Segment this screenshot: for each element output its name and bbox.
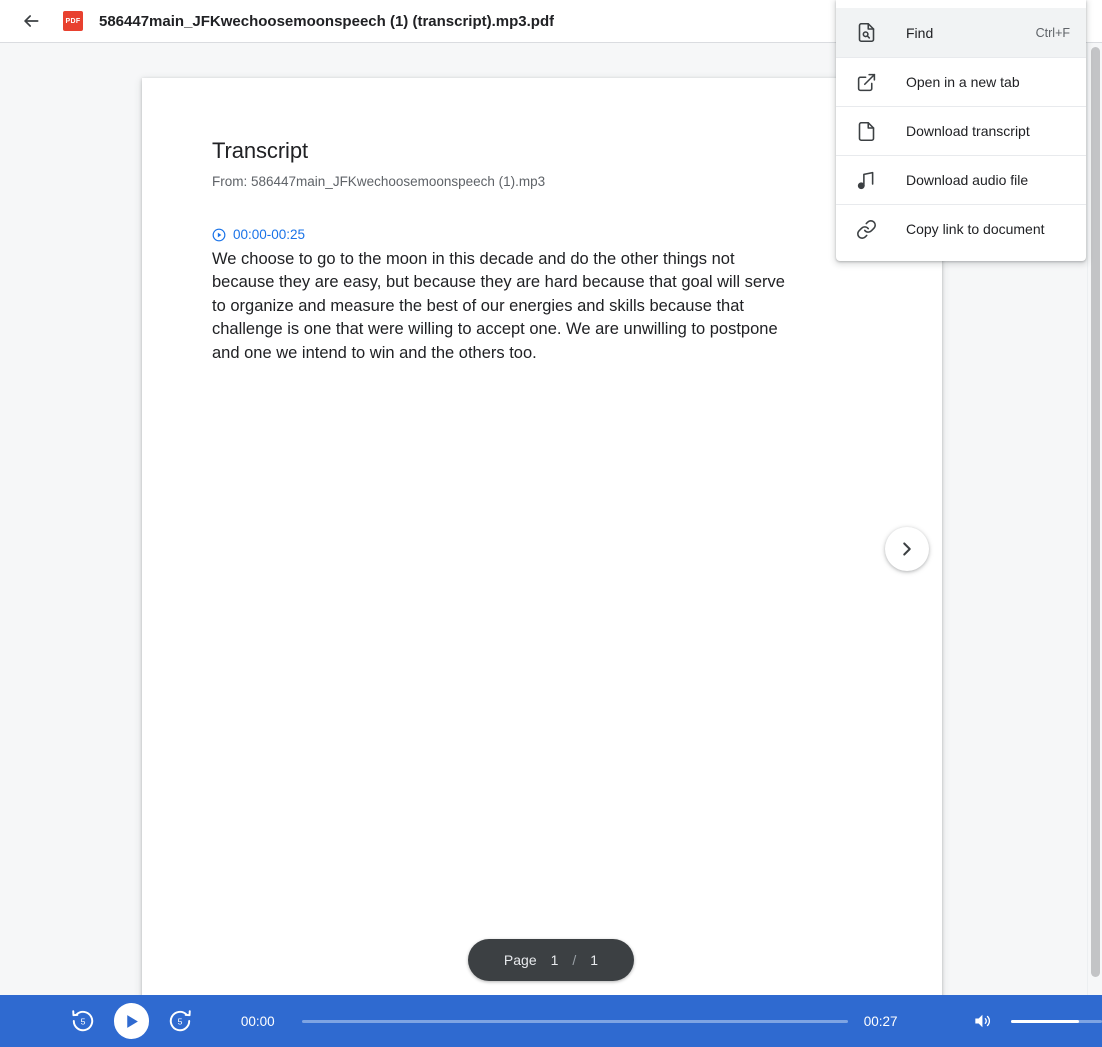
document-icon bbox=[854, 119, 878, 143]
volume-up-icon bbox=[975, 1014, 991, 1028]
page-indicator-current: 1 bbox=[550, 952, 559, 968]
menu-item-label: Copy link to document bbox=[906, 221, 1045, 237]
chevron-right-icon bbox=[903, 542, 911, 556]
scrollbar-thumb[interactable] bbox=[1091, 47, 1100, 977]
document-page: Transcript From: 586447main_JFKwechoosem… bbox=[142, 78, 942, 995]
menu-item-find[interactable]: Find Ctrl+F bbox=[836, 8, 1086, 57]
open-in-new-tab-icon bbox=[854, 70, 878, 94]
playback-progress-slider[interactable] bbox=[302, 1019, 848, 1023]
volume-slider-fill bbox=[1010, 1019, 1080, 1023]
back-button[interactable] bbox=[11, 1, 51, 41]
transcript-timestamp-link[interactable]: 00:00-00:25 bbox=[212, 227, 305, 242]
volume-button[interactable] bbox=[967, 1006, 997, 1036]
audio-player-bar: 5 5 00:00 00:27 bbox=[0, 995, 1102, 1047]
transcript-segment-text: We choose to go to the moon in this deca… bbox=[212, 250, 785, 362]
menu-item-label: Download transcript bbox=[906, 123, 1030, 139]
menu-item-open-in-new-tab[interactable]: Open in a new tab bbox=[836, 57, 1086, 106]
pdf-viewer-app: PDF 586447main_JFKwechoosemoonspeech (1)… bbox=[0, 0, 1102, 1047]
menu-item-label: Find bbox=[906, 24, 934, 41]
elapsed-time: 00:00 bbox=[240, 1013, 275, 1029]
page-indicator-label: Page bbox=[503, 952, 537, 968]
arrow-left-icon bbox=[24, 15, 39, 27]
forward-5-icon: 5 bbox=[169, 1010, 191, 1032]
page-indicator-total: 1 bbox=[590, 952, 599, 968]
music-note-icon bbox=[854, 168, 878, 192]
transcript-segment: 00:00-00:25 We choose to go to the moon … bbox=[212, 227, 872, 365]
play-button[interactable] bbox=[113, 1003, 150, 1039]
replay-5-icon: 5 bbox=[72, 1010, 93, 1032]
menu-item-shortcut: Ctrl+F bbox=[1035, 25, 1070, 40]
transcript-source-line: From: 586447main_JFKwechoosemoonspeech (… bbox=[212, 174, 546, 189]
menu-item-label: Download audio file bbox=[906, 172, 1029, 188]
play-icon bbox=[127, 1014, 138, 1028]
pdf-file-type-badge: PDF bbox=[63, 11, 83, 31]
menu-item-download-audio-file[interactable]: Download audio file bbox=[836, 155, 1086, 204]
play-circle-icon bbox=[212, 228, 226, 241]
page-content: Transcript From: 586447main_JFKwechoosem… bbox=[142, 78, 942, 425]
forward-5-button[interactable]: 5 bbox=[163, 1004, 197, 1038]
transcript-timestamp-text: 00:00-00:25 bbox=[233, 227, 306, 242]
replay-5-button[interactable]: 5 bbox=[66, 1004, 100, 1038]
total-time: 00:27 bbox=[863, 1013, 898, 1029]
menu-item-label: Open in a new tab bbox=[906, 74, 1020, 90]
document-title: 586447main_JFKwechoosemoonspeech (1) (tr… bbox=[99, 12, 555, 30]
find-document-icon bbox=[854, 21, 878, 45]
link-icon bbox=[854, 217, 878, 241]
volume-slider[interactable] bbox=[1010, 1019, 1102, 1023]
page-indicator: Page 1 / 1 bbox=[468, 939, 634, 981]
vertical-scrollbar[interactable] bbox=[1087, 43, 1102, 995]
menu-item-download-transcript[interactable]: Download transcript bbox=[836, 106, 1086, 155]
page-indicator-separator: / bbox=[572, 952, 577, 968]
svg-text:5: 5 bbox=[80, 1017, 85, 1027]
menu-item-copy-link-to-document[interactable]: Copy link to document bbox=[836, 204, 1086, 253]
transcript-heading: Transcript bbox=[212, 138, 308, 163]
svg-text:5: 5 bbox=[178, 1017, 183, 1027]
next-page-button[interactable] bbox=[885, 527, 929, 571]
overflow-menu: Find Ctrl+F Open in a new tab Download t… bbox=[836, 0, 1086, 261]
